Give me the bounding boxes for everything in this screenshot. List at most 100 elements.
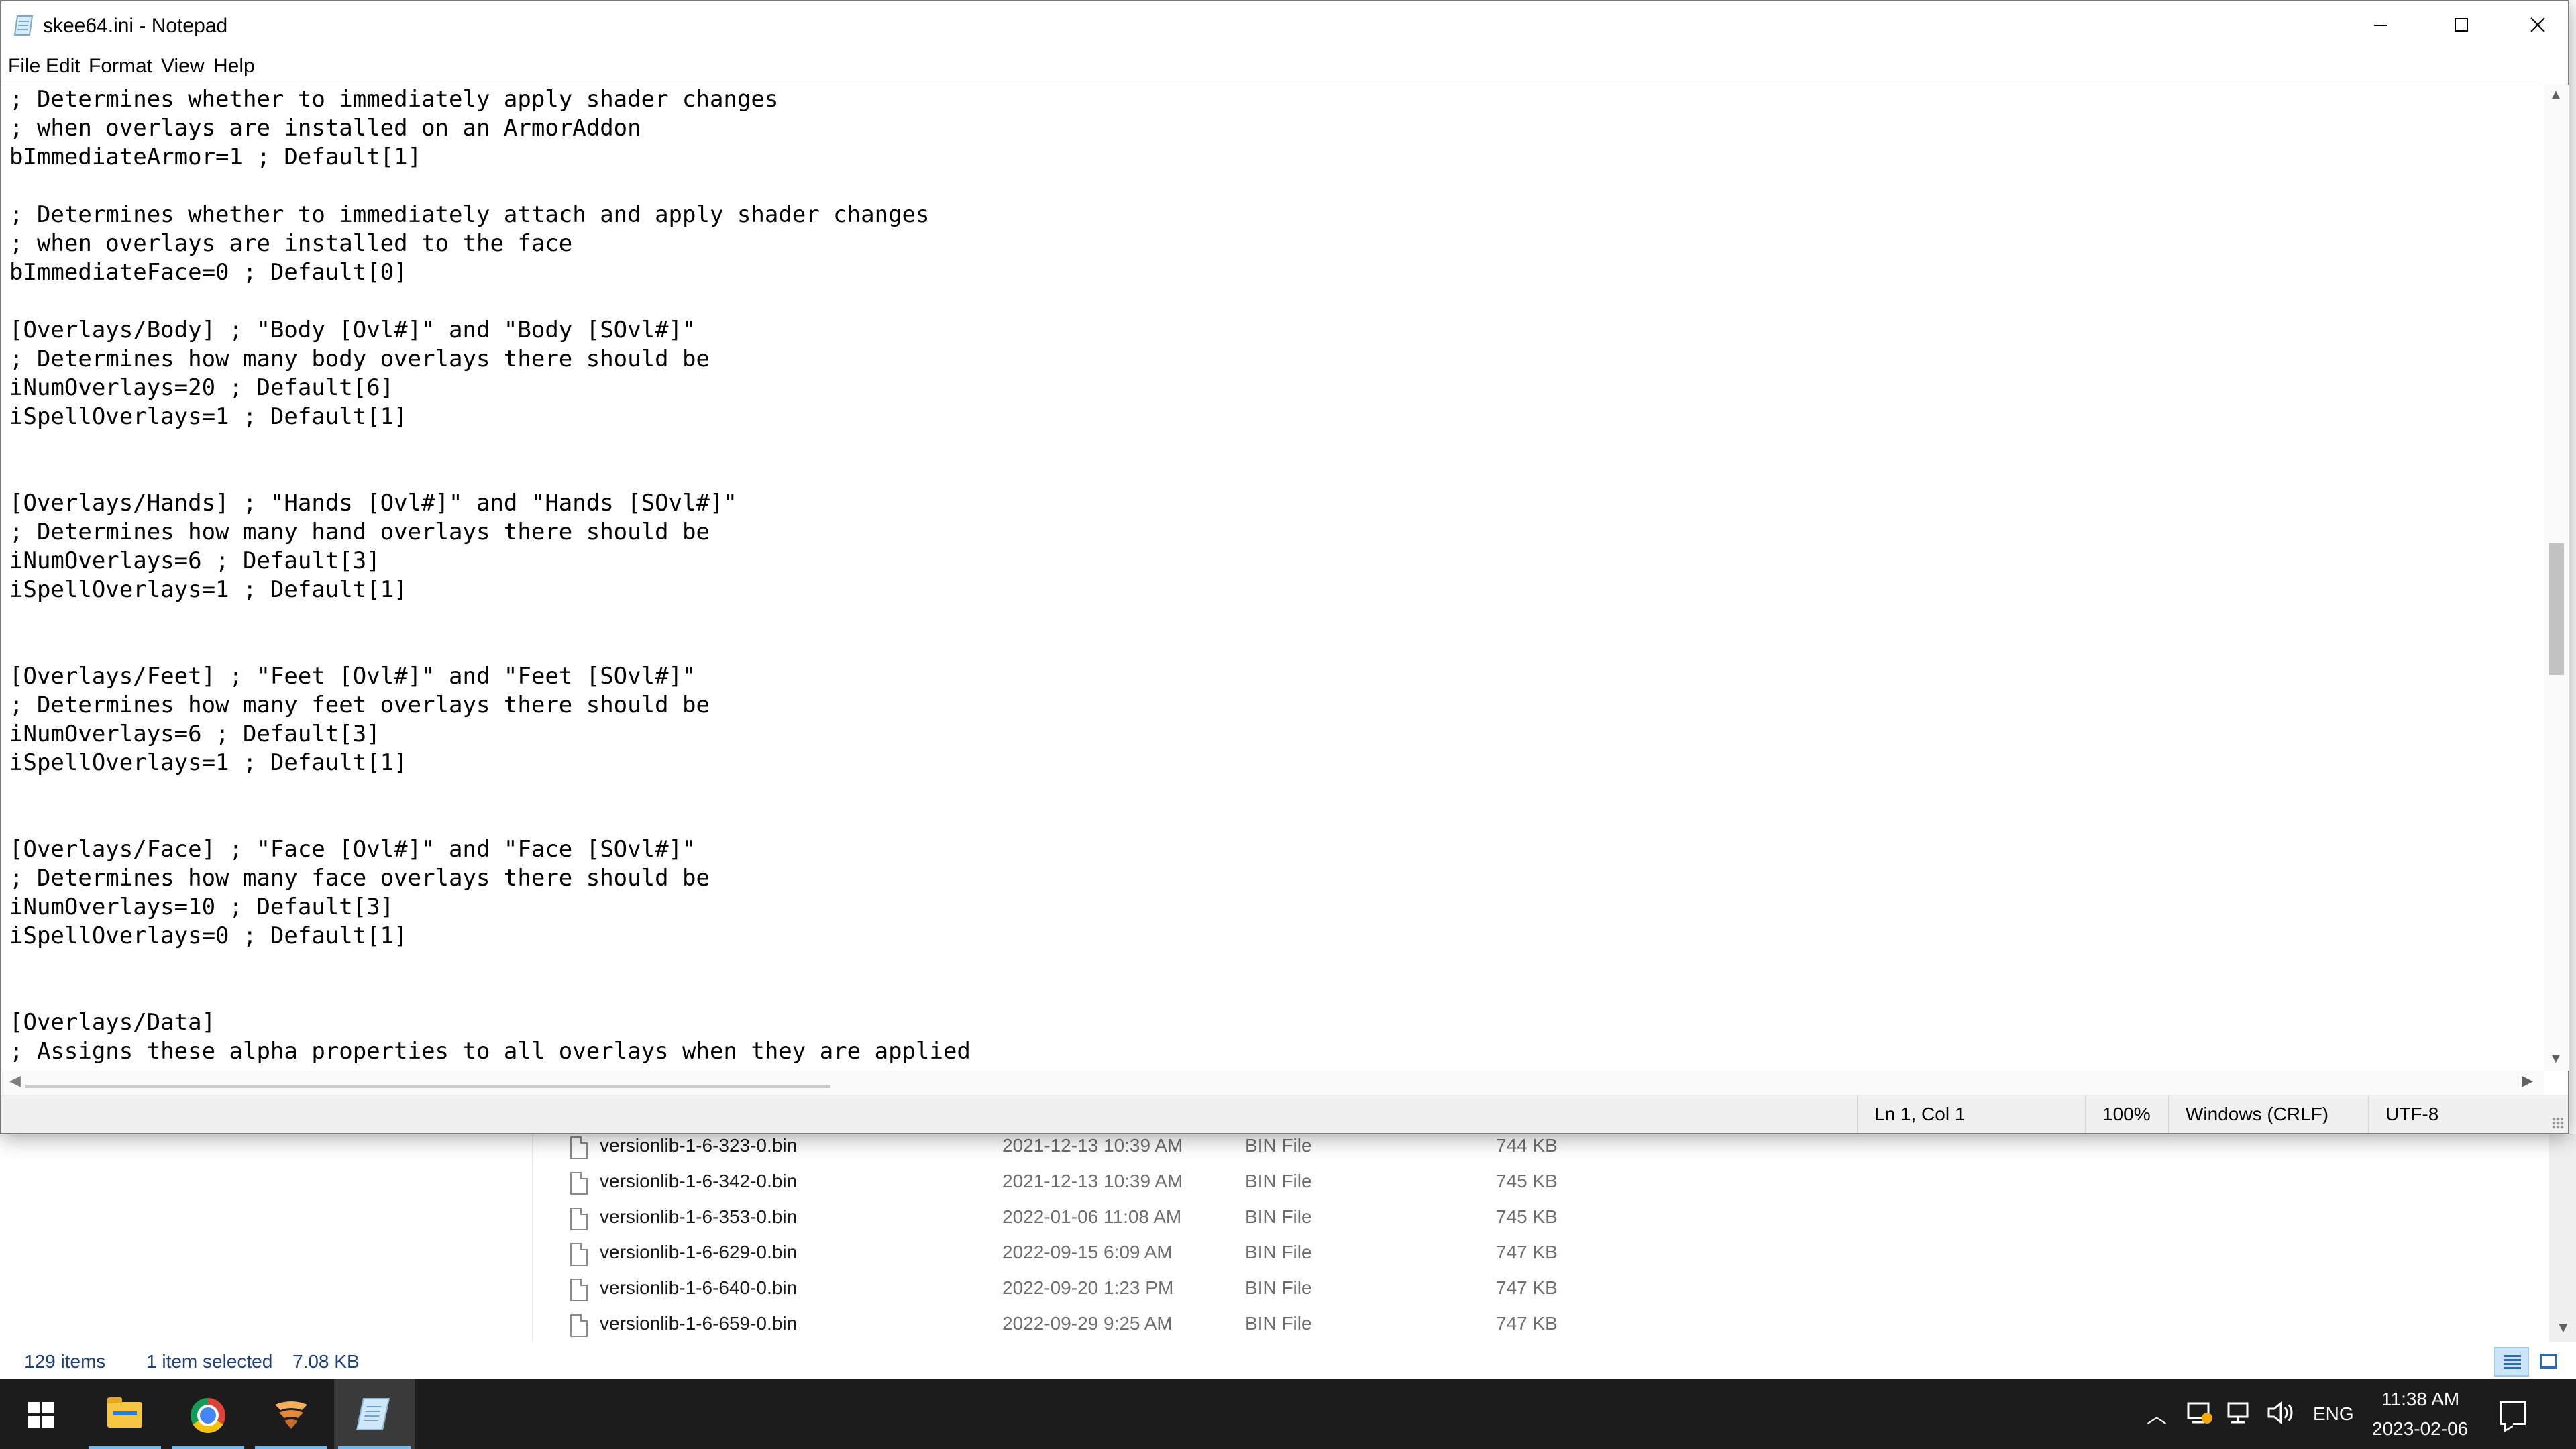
file-row[interactable]: versionlib-1-6-342-0.bin 2021-12-13 10:3… bbox=[537, 1168, 1945, 1203]
text-line: iNumOverlays=20 ; Default[6] bbox=[9, 374, 394, 401]
title-bar[interactable]: skee64.ini - Notepad bbox=[1, 1, 2568, 51]
file-row[interactable]: versionlib-1-6-659-0.bin 2022-09-29 9:25… bbox=[537, 1310, 1945, 1345]
text-line: ; Determines how many feet overlays ther… bbox=[9, 692, 710, 718]
close-button[interactable] bbox=[2500, 1, 2576, 48]
file-row[interactable]: versionlib-1-6-353-0.bin 2022-01-06 11:0… bbox=[537, 1203, 1945, 1238]
file-icon bbox=[570, 1208, 588, 1230]
chrome-icon bbox=[191, 1398, 225, 1433]
menu-format[interactable]: Format bbox=[89, 55, 152, 78]
text-line: ; when overlays are installed on an Armo… bbox=[9, 115, 641, 142]
input-language[interactable]: ENG bbox=[2313, 1403, 2354, 1425]
folder-icon bbox=[107, 1397, 142, 1428]
explorer-status-bar: 129 items 1 item selected 7.08 KB bbox=[0, 1347, 2576, 1379]
file-type: BIN File bbox=[1245, 1277, 1312, 1298]
taskbar-notepad[interactable] bbox=[334, 1379, 415, 1449]
menu-help[interactable]: Help bbox=[213, 55, 255, 78]
text-line: [Overlays/Face] ; "Face [Ovl#]" and "Fac… bbox=[9, 836, 696, 863]
zoom-level: 100% bbox=[2102, 1104, 2151, 1124]
file-list-scrollbar[interactable]: ▼ bbox=[2549, 1134, 2576, 1342]
text-line: iSpellOverlays=1 ; Default[1] bbox=[9, 576, 408, 603]
file-icon bbox=[570, 1279, 588, 1301]
start-button[interactable] bbox=[0, 1379, 80, 1449]
file-name: versionlib-1-6-353-0.bin bbox=[600, 1206, 798, 1227]
file-list: versionlib-1-6-323-0.bin 2021-12-13 10:3… bbox=[537, 1132, 2516, 1347]
vertical-scrollbar[interactable]: ▲ ▼ bbox=[2544, 85, 2569, 1071]
text-line: ; Assigns these alpha properties to all … bbox=[9, 1038, 971, 1065]
text-line: [Overlays/Feet] ; "Feet [Ovl#]" and "Fee… bbox=[9, 663, 696, 690]
show-hidden-icons-chevron-icon[interactable]: ︿ bbox=[2147, 1399, 2167, 1429]
large-icons-view-icon bbox=[2540, 1354, 2557, 1368]
status-encoding: UTF-8 bbox=[2368, 1095, 2569, 1133]
file-date: 2022-09-29 9:25 AM bbox=[1002, 1313, 1173, 1334]
minimize-button[interactable] bbox=[2343, 1, 2419, 48]
file-icon bbox=[570, 1136, 588, 1159]
text-line: ; Determines whether to immediately atta… bbox=[9, 201, 930, 228]
notepad-window: skee64.ini - Notepad File Edit Format Vi… bbox=[0, 0, 2569, 1134]
volume-icon[interactable] bbox=[2266, 1399, 2297, 1426]
file-name: versionlib-1-6-659-0.bin bbox=[600, 1313, 798, 1334]
scroll-left-arrow-icon[interactable]: ◀ bbox=[9, 1072, 21, 1089]
file-name: versionlib-1-6-640-0.bin bbox=[600, 1277, 798, 1298]
notification-center-icon[interactable] bbox=[2500, 1401, 2526, 1425]
menu-view[interactable]: View bbox=[161, 55, 204, 78]
taskbar: ︿ ENG 11:38 AM 2023-02-06 bbox=[0, 1379, 2576, 1449]
running-indicator bbox=[255, 1446, 327, 1449]
scroll-down-arrow-icon[interactable]: ▼ bbox=[2549, 1051, 2563, 1067]
vertical-scroll-thumb[interactable] bbox=[2549, 543, 2564, 675]
selection-size: 7.08 KB bbox=[292, 1351, 360, 1372]
scroll-right-arrow-icon[interactable]: ▶ bbox=[2522, 1072, 2533, 1089]
text-line: iNumOverlays=10 ; Default[3] bbox=[9, 894, 394, 920]
network-warning-icon[interactable] bbox=[2186, 1399, 2214, 1426]
file-name: versionlib-1-6-629-0.bin bbox=[600, 1242, 798, 1263]
file-size: 747 KB bbox=[1496, 1277, 1558, 1298]
menu-bar: File Edit Format View Help bbox=[1, 51, 2568, 83]
network-icon[interactable] bbox=[2226, 1399, 2255, 1426]
taskbar-wabbajack[interactable] bbox=[251, 1379, 331, 1449]
text-editor[interactable]: ; Determines whether to immediately appl… bbox=[1, 85, 2541, 1071]
text-line: iNumOverlays=6 ; Default[3] bbox=[9, 720, 380, 747]
menu-file[interactable]: File bbox=[8, 55, 40, 78]
text-line: [Overlays/Data] bbox=[9, 1009, 216, 1036]
scroll-up-arrow-icon[interactable]: ▲ bbox=[2549, 87, 2563, 103]
text-line: ; Determines how many face overlays ther… bbox=[9, 865, 710, 892]
file-size: 745 KB bbox=[1496, 1171, 1558, 1191]
file-type: BIN File bbox=[1245, 1206, 1312, 1227]
text-line: iSpellOverlays=1 ; Default[1] bbox=[9, 403, 408, 430]
maximize-button[interactable] bbox=[2423, 1, 2500, 48]
status-zoom: 100% bbox=[2085, 1095, 2179, 1133]
file-size: 744 KB bbox=[1496, 1135, 1558, 1156]
file-date: 2022-09-20 1:23 PM bbox=[1002, 1277, 1174, 1298]
clock[interactable]: 11:38 AM 2023-02-06 bbox=[2368, 1379, 2475, 1449]
taskbar-chrome[interactable] bbox=[168, 1379, 248, 1449]
file-row[interactable]: versionlib-1-6-640-0.bin 2022-09-20 1:23… bbox=[537, 1275, 1945, 1309]
minimize-icon bbox=[2374, 25, 2387, 26]
text-line: ; Determines whether to immediately appl… bbox=[9, 86, 779, 113]
file-date: 2021-12-13 10:39 AM bbox=[1002, 1135, 1183, 1156]
menu-edit[interactable]: Edit bbox=[46, 55, 80, 78]
scroll-down-arrow-icon[interactable]: ▼ bbox=[2556, 1319, 2571, 1336]
wabbajack-icon bbox=[275, 1401, 307, 1429]
file-name: versionlib-1-6-342-0.bin bbox=[600, 1171, 798, 1191]
resize-grip-icon[interactable] bbox=[2552, 1117, 2564, 1129]
file-row[interactable]: versionlib-1-6-629-0.bin 2022-09-15 6:09… bbox=[537, 1239, 1945, 1274]
file-row[interactable]: versionlib-1-6-323-0.bin 2021-12-13 10:3… bbox=[537, 1132, 1945, 1167]
maximize-icon bbox=[2455, 18, 2468, 32]
file-size: 745 KB bbox=[1496, 1206, 1558, 1227]
file-type: BIN File bbox=[1245, 1171, 1312, 1191]
file-type: BIN File bbox=[1245, 1242, 1312, 1263]
taskbar-file-explorer[interactable] bbox=[85, 1379, 165, 1449]
active-indicator bbox=[338, 1446, 411, 1449]
horizontal-scrollbar[interactable]: ◀ ▶ bbox=[1, 1071, 2544, 1095]
text-line: bImmediateFace=0 ; Default[0] bbox=[9, 259, 408, 286]
file-icon bbox=[570, 1172, 588, 1195]
large-icons-view-button[interactable] bbox=[2532, 1347, 2567, 1377]
running-indicator bbox=[172, 1446, 244, 1449]
navigation-pane[interactable] bbox=[0, 1134, 533, 1342]
notepad-app-icon bbox=[13, 15, 34, 36]
text-line: [Overlays/Hands] ; "Hands [Ovl#]" and "H… bbox=[9, 490, 737, 517]
window-title: skee64.ini - Notepad bbox=[43, 15, 228, 37]
text-line: iSpellOverlays=1 ; Default[1] bbox=[9, 749, 408, 776]
text-line: ; when overlays are installed to the fac… bbox=[9, 230, 573, 257]
horizontal-scroll-thumb[interactable] bbox=[25, 1085, 830, 1088]
details-view-button[interactable] bbox=[2494, 1347, 2529, 1377]
